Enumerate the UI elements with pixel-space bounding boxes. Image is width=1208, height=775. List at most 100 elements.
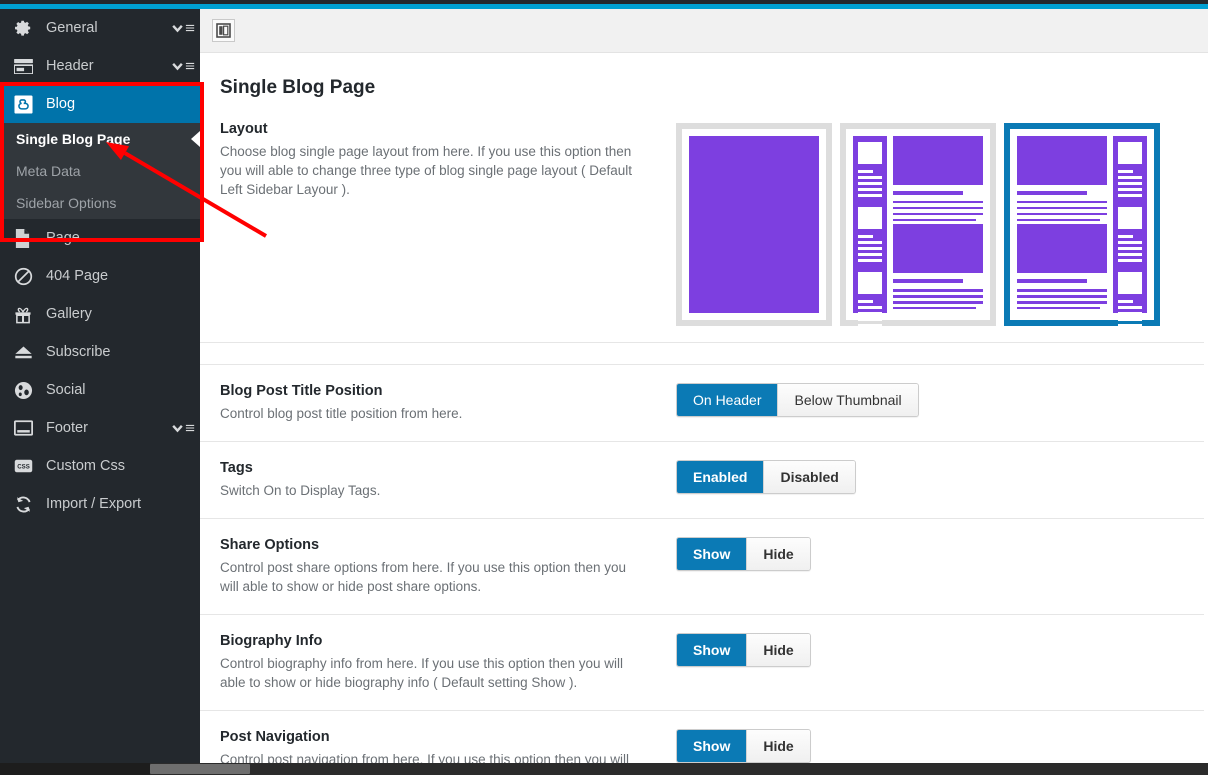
sidebar-item-label: Custom Css — [46, 458, 200, 474]
sidebar-item-label: Gallery — [46, 306, 200, 322]
page-icon — [14, 228, 40, 248]
biography-info-option-hide[interactable]: Hide — [747, 634, 809, 666]
setting-row-share-options: Share OptionsControl post share options … — [200, 519, 1204, 615]
layout-option-left-sidebar-layout[interactable] — [840, 123, 996, 326]
post-navigation-option-hide[interactable]: Hide — [747, 730, 809, 762]
sidebar-item-page[interactable]: Page — [0, 219, 200, 257]
setting-row-tags: Tags Switch On to Display Tags. EnabledDis… — [200, 442, 1204, 519]
sidebar-item-label: Page — [46, 230, 200, 246]
layout-thumbnails — [650, 121, 1204, 326]
post-navigation-control: ShowHide — [650, 729, 1204, 763]
globe-icon — [14, 380, 40, 400]
share-options-button-group: ShowHide — [676, 537, 811, 571]
sidebar-subitem-meta-data[interactable]: Meta Data — [0, 155, 200, 187]
sidebar-item-blog[interactable]: Blog — [0, 85, 200, 123]
setting-row-layout: Layout Choose blog single page layout fr… — [200, 121, 1204, 343]
horizontal-scrollbar[interactable] — [0, 763, 1208, 775]
layout-option-right-sidebar-layout[interactable] — [1004, 123, 1160, 326]
biography-info-option-show[interactable]: Show — [677, 634, 747, 666]
setting-row-blog-post-title-position: Blog Post Title PositionControl blog pos… — [200, 364, 1204, 442]
active-pointer-icon — [191, 131, 200, 147]
sidebar-item-label: Import / Export — [46, 496, 200, 512]
share-options-title: Share Options — [220, 537, 636, 553]
biography-info-description: Control biography info from here. If you… — [220, 654, 636, 692]
biography-info-title: Biography Info — [220, 633, 636, 649]
sidebar-subitem-single-blog-page[interactable]: Single Blog Page — [0, 123, 200, 155]
blog-post-title-position-text: Blog Post Title PositionControl blog pos… — [220, 383, 650, 423]
blog-post-title-position-option-on-header[interactable]: On Header — [677, 384, 778, 416]
layout-panel-icon[interactable] — [212, 19, 235, 42]
sidebar: GeneralHeaderBlog Single Blog Page Meta Da… — [0, 9, 200, 775]
layout-row-title: Layout — [220, 121, 636, 137]
chevron-down-icon[interactable] — [171, 22, 196, 35]
footer-icon — [14, 418, 40, 438]
chevron-down-icon[interactable] — [171, 422, 196, 435]
sidebar-subitem-label: Sidebar Options — [16, 195, 116, 211]
sidebar-item-footer[interactable]: Footer — [0, 409, 200, 447]
eject-icon — [14, 342, 40, 362]
share-options-option-show[interactable]: Show — [677, 538, 747, 570]
gift-icon — [14, 304, 40, 324]
sidebar-item-import-export[interactable]: Import / Export — [0, 485, 200, 523]
sidebar-item-general[interactable]: General — [0, 9, 200, 47]
blog-icon — [14, 94, 40, 114]
tags-description: Switch On to Display Tags. — [220, 481, 636, 500]
sidebar-item-label: Social — [46, 382, 200, 398]
sidebar-item-label: Subscribe — [46, 344, 200, 360]
biography-info-button-group: ShowHide — [676, 633, 811, 667]
tags-control: EnabledDisabled — [650, 460, 1204, 494]
sidebar-item-label: 404 Page — [46, 268, 200, 284]
scrollbar-thumb[interactable] — [150, 764, 250, 774]
refresh-icon — [14, 494, 40, 514]
share-options-control: ShowHide — [650, 537, 1204, 571]
layout-row-description: Choose blog single page layout from here… — [220, 142, 636, 199]
share-options-text: Share OptionsControl post share options … — [220, 537, 650, 596]
svg-text:CSS: CSS — [17, 463, 30, 470]
blog-post-title-position-option-below-thumbnail[interactable]: Below Thumbnail — [778, 384, 917, 416]
no-entry-icon — [14, 266, 40, 286]
biography-info-text: Biography Info Control biography info fro… — [220, 633, 650, 692]
setting-row-biography-info: Biography Info Control biography info fro… — [200, 615, 1204, 711]
share-options-option-hide[interactable]: Hide — [747, 538, 809, 570]
chevron-down-icon[interactable] — [171, 60, 196, 73]
post-navigation-button-group: ShowHide — [676, 729, 811, 763]
main-content: Single Blog Page Layout Choose blog sing… — [200, 9, 1208, 775]
sidebar-item-gallery[interactable]: Gallery — [0, 295, 200, 333]
tags-option-enabled[interactable]: Enabled — [677, 461, 764, 493]
settings-rows: Layout Choose blog single page layout fr… — [200, 121, 1208, 775]
layout-sidebar-col — [853, 136, 887, 313]
sidebar-item-header[interactable]: Header — [0, 47, 200, 85]
post-navigation-title: Post Navigation — [220, 729, 636, 745]
blog-post-title-position-title: Blog Post Title Position — [220, 383, 636, 399]
css-icon: CSS — [14, 456, 40, 476]
layout-sidebar-col — [1113, 136, 1147, 313]
sidebar-item-social[interactable]: Social — [0, 371, 200, 409]
sidebar-item-404-page[interactable]: 404 Page — [0, 257, 200, 295]
header-bars-icon — [14, 56, 40, 76]
layout-option-full-width-layout[interactable] — [676, 123, 832, 326]
blog-post-title-position-control: On HeaderBelow Thumbnail — [650, 383, 1204, 417]
sidebar-item-subscribe[interactable]: Subscribe — [0, 333, 200, 371]
sidebar-item-custom-css[interactable]: CSS Custom Css — [0, 447, 200, 485]
toggle-rows: Blog Post Title PositionControl blog pos… — [200, 364, 1204, 775]
layout-preview — [1017, 136, 1147, 313]
sidebar-subitem-label: Single Blog Page — [16, 131, 130, 147]
layout-preview — [689, 136, 819, 313]
page-title: Single Blog Page — [200, 53, 1208, 99]
sidebar-subitem-sidebar-options[interactable]: Sidebar Options — [0, 187, 200, 219]
layout-row-text: Layout Choose blog single page layout fr… — [220, 121, 650, 199]
post-navigation-option-show[interactable]: Show — [677, 730, 747, 762]
content-toolbar — [200, 9, 1208, 53]
layout-option-list — [676, 121, 1204, 326]
blog-post-title-position-button-group: On HeaderBelow Thumbnail — [676, 383, 919, 417]
scrollbar-track-left — [0, 763, 150, 775]
app-root: GeneralHeaderBlogSingle Blog PageMeta Da… — [0, 0, 1208, 775]
tags-title: Tags — [220, 460, 636, 476]
gear-icon — [14, 18, 40, 38]
layout-main-col — [893, 136, 983, 313]
layout-preview — [853, 136, 983, 313]
tags-option-disabled[interactable]: Disabled — [764, 461, 854, 493]
layout-main-col — [1017, 136, 1107, 313]
sidebar-nav-list: GeneralHeaderBlog Single Blog Page Meta Da… — [0, 9, 200, 523]
sidebar-subitem-label: Meta Data — [16, 163, 81, 179]
